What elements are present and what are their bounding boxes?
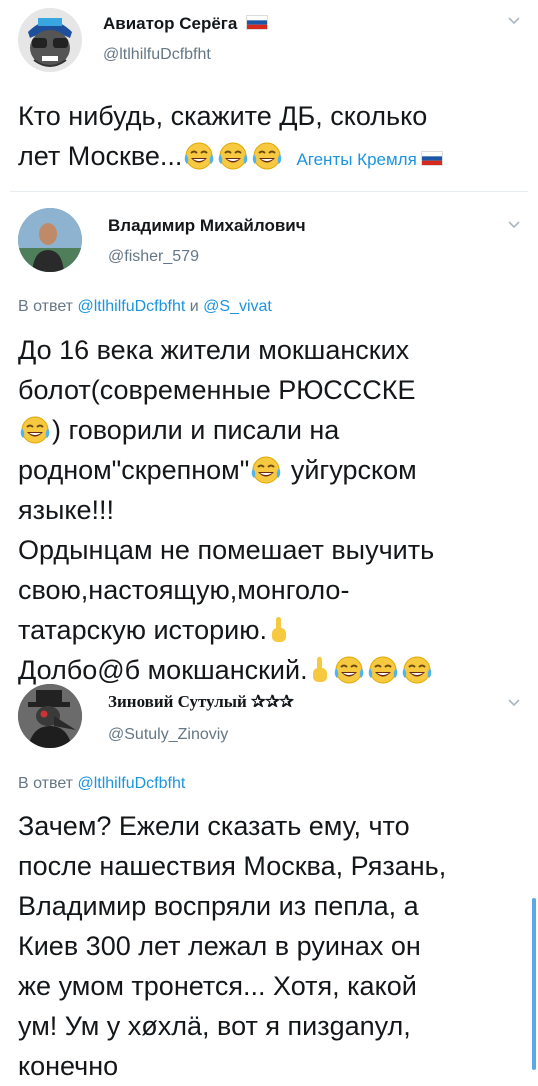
tweet-text: Зачем? Ежели сказать ему, что после наше… <box>18 806 446 1086</box>
pointing-finger-icon <box>270 615 288 645</box>
plague-doctor-avatar-icon <box>18 684 82 748</box>
tweet-line: Ордынцам не помешает выучить <box>18 535 435 565</box>
user-handle[interactable]: @Sutuly_Zinoviy <box>108 726 228 744</box>
user-handle[interactable]: @ltlhilfuDcfbfht <box>103 46 211 64</box>
tweet-line: же умом тронется... Хотя, какой <box>18 971 417 1001</box>
cat-avatar-icon <box>18 8 82 72</box>
face-with-tears-of-joy-icon <box>183 141 215 171</box>
russian-flag-icon <box>420 151 443 166</box>
face-with-tears-of-joy-icon <box>251 141 283 171</box>
tweet-line-with-emoji: лет Москве... Агенты Кремля <box>18 136 443 180</box>
divider <box>10 191 528 192</box>
display-name[interactable]: Авиатор Серёга <box>103 14 269 34</box>
tweet-line-text: родном"скрепном" <box>18 455 250 485</box>
tweet-line: Кто нибудь, скажите ДБ, сколько <box>18 101 428 131</box>
tweet-line: после нашествия Москва, Рязань, <box>18 851 447 881</box>
tweet-1: Авиатор Серёга @ltlhilfuDcfbfht Кто нибу… <box>0 0 538 195</box>
user-handle[interactable]: @fisher_579 <box>108 248 199 266</box>
tweet-line: свою,настоящую,монголо- <box>18 575 350 605</box>
reply-handle-link[interactable]: @ltlhilfuDcfbfht <box>77 298 185 315</box>
reply-context: В ответ @ltlhilfuDcfbfht <box>18 775 185 793</box>
tweet-line-with-emoji: татарскую историю. <box>18 610 434 650</box>
face-with-tears-of-joy-icon <box>19 415 51 445</box>
display-name-text: Авиатор Серёга <box>103 14 238 33</box>
reply-handle-link[interactable]: @ltlhilfuDcfbfht <box>77 775 185 792</box>
kremlin-agents-tag[interactable]: Агенты Кремля <box>296 150 443 169</box>
avatar[interactable] <box>18 684 82 748</box>
man-photo-avatar-icon <box>18 208 82 272</box>
chevron-down-icon[interactable] <box>505 216 523 234</box>
scrollbar[interactable] <box>532 898 536 1070</box>
tweet-line: языке!!! <box>18 495 115 525</box>
tweet-line-text: уйгурском <box>290 455 417 485</box>
reply-and: и <box>189 298 199 315</box>
tweet-line: конечно <box>18 1051 119 1081</box>
chevron-down-icon[interactable] <box>505 12 523 30</box>
tweet-line: Киев 300 лет лежал в руинах он <box>18 931 421 961</box>
reply-prefix: В ответ <box>18 298 74 315</box>
tag-text: Агенты Кремля <box>296 150 417 169</box>
tweet-line-with-emoji: родном"скрепном" уйгурском <box>18 450 434 490</box>
reply-context: В ответ @ltlhilfuDcfbfht и @S_vivat <box>18 298 272 316</box>
tweet-line-text: лет Москве... <box>18 141 183 171</box>
tweet-line: болот(современные РЮСССКЕ <box>18 375 416 405</box>
avatar[interactable] <box>18 208 82 272</box>
tweet-3: Зиновий Сутулый ✰✰✰ @Sutuly_Zinoviy В от… <box>0 676 538 1081</box>
tweet-line: ум! Ум у хøхлä, вот я пизganул, <box>18 1011 411 1041</box>
tweet-text: Кто нибудь, скажите ДБ, сколько лет Моск… <box>18 96 443 180</box>
reply-prefix: В ответ <box>18 775 74 792</box>
reply-handle-link[interactable]: @S_vivat <box>203 298 272 315</box>
display-name[interactable]: Владимир Михайлович <box>108 216 306 236</box>
avatar[interactable] <box>18 8 82 72</box>
face-with-tears-of-joy-icon <box>217 141 249 171</box>
tweet-2: Владимир Михайлович @fisher_579 В ответ … <box>0 196 538 685</box>
tweet-line: До 16 века жители мокшанских <box>18 335 410 365</box>
display-name[interactable]: Зиновий Сутулый ✰✰✰ <box>108 692 294 712</box>
tweet-line-text: ) говорили и писали на <box>52 415 340 445</box>
face-with-tears-of-joy-icon <box>250 455 282 485</box>
tweet-line: Владимир воспряли из пепла, а <box>18 891 419 921</box>
tweet-line-text: татарскую историю. <box>18 615 267 645</box>
tweet-text: До 16 века жители мокшанских болот(совре… <box>18 330 434 690</box>
russian-flag-icon <box>246 15 269 30</box>
tweet-line: Зачем? Ежели сказать ему, что <box>18 811 410 841</box>
tweet-line-with-emoji: ) говорили и писали на <box>18 410 434 450</box>
chevron-down-icon[interactable] <box>505 694 523 712</box>
